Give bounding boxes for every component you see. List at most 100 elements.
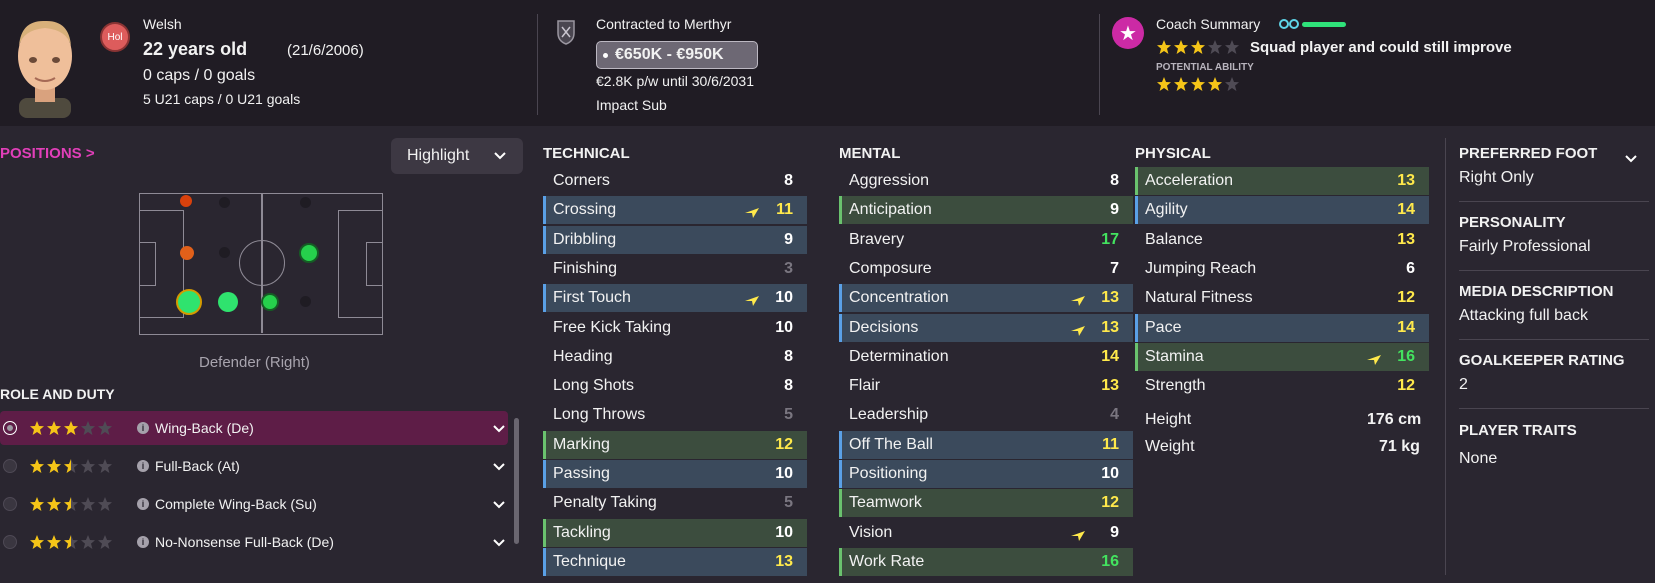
role-row[interactable]: i Full-Back (At) [0, 449, 508, 483]
goalkeeper-rating-value: 2 [1459, 376, 1468, 393]
attribute-row[interactable]: Natural Fitness 12 [1135, 284, 1429, 312]
club-crest-icon[interactable] [556, 19, 576, 45]
attribute-name: Off The Ball [849, 435, 933, 453]
binoculars-icon[interactable] [1279, 18, 1299, 30]
attribute-row[interactable]: Positioning 10 [839, 460, 1133, 488]
attribute-row[interactable]: Composure 7 [839, 255, 1133, 283]
contract-club[interactable]: Contracted to Merthyr [596, 16, 731, 32]
trend-arrow-icon [745, 293, 759, 311]
info-icon[interactable]: i [137, 498, 149, 510]
attribute-row[interactable]: Decisions 13 [839, 313, 1133, 342]
attribute-value: 9 [1110, 523, 1119, 541]
physical-title: PHYSICAL [1135, 145, 1211, 162]
info-icon[interactable]: i [137, 536, 149, 548]
position-dot-wbr[interactable] [218, 292, 238, 312]
attribute-row[interactable]: Stamina 16 [1135, 342, 1429, 371]
attribute-row[interactable]: Jumping Reach 6 [1135, 255, 1429, 283]
role-radio[interactable] [3, 535, 17, 549]
chevron-down-icon[interactable] [492, 535, 506, 552]
position-dot-dmr[interactable] [261, 293, 279, 311]
role-stars [29, 496, 113, 512]
attribute-value: 11 [1102, 435, 1119, 453]
attribute-value: 17 [1101, 230, 1119, 248]
attribute-value: 8 [784, 172, 793, 189]
info-icon[interactable]: i [137, 422, 149, 434]
attribute-name: Balance [1145, 230, 1203, 248]
role-radio[interactable] [3, 421, 17, 435]
attribute-row[interactable]: Teamwork 12 [839, 489, 1133, 518]
player-traits-value: None [1459, 450, 1498, 467]
position-dot-dc[interactable] [180, 246, 194, 260]
role-duty-title: ROLE AND DUTY [0, 386, 115, 402]
height-label: Height [1145, 411, 1192, 428]
chevron-down-icon[interactable] [492, 421, 506, 438]
attribute-row[interactable]: Marking 12 [543, 430, 807, 459]
attribute-row[interactable]: Vision 9 [839, 519, 1133, 547]
highlight-dropdown[interactable]: Highlight [391, 138, 523, 174]
role-row[interactable]: i Complete Wing-Back (Su) [0, 487, 508, 521]
attribute-row[interactable]: Acceleration 13 [1135, 167, 1429, 195]
role-row[interactable]: i No-Nonsense Full-Back (De) [0, 525, 508, 559]
coach-summary-title[interactable]: Coach Summary [1156, 16, 1260, 32]
header-divider [537, 14, 538, 115]
attribute-row[interactable]: Work Rate 16 [839, 547, 1133, 576]
personality-label: PERSONALITY [1459, 214, 1566, 231]
attribute-row[interactable]: Finishing 3 [543, 255, 807, 283]
player-header: Hol Welsh 22 years old (21/6/2006) 0 cap… [0, 0, 1655, 126]
attribute-value: 12 [1397, 377, 1415, 395]
attribute-row[interactable]: Dribbling 9 [543, 225, 807, 254]
attribute-row[interactable]: Long Shots 8 [543, 372, 807, 400]
chevron-down-icon[interactable] [492, 497, 506, 514]
attribute-value: 5 [784, 494, 793, 512]
player-dob: (21/6/2006) [287, 42, 364, 59]
attribute-row[interactable]: Bravery 17 [839, 226, 1133, 254]
weight-value: 71 kg [1379, 438, 1420, 455]
role-label: No-Nonsense Full-Back (De) [155, 534, 334, 550]
chevron-down-icon[interactable] [492, 459, 506, 476]
value-badge[interactable]: €650K - €950K [596, 41, 758, 69]
attribute-row[interactable]: Penalty Taking 5 [543, 489, 807, 517]
position-dot-dl[interactable] [180, 195, 192, 207]
nation-badge[interactable]: Hol [100, 22, 130, 52]
attribute-row[interactable]: Strength 12 [1135, 372, 1429, 400]
attribute-row[interactable]: Agility 14 [1135, 196, 1429, 225]
nationality[interactable]: Welsh [143, 16, 182, 32]
attribute-row[interactable]: Pace 14 [1135, 313, 1429, 342]
info-divider-line [1459, 339, 1649, 340]
attribute-value: 8 [784, 377, 793, 395]
attribute-row[interactable]: Flair 13 [839, 372, 1133, 400]
attribute-row[interactable]: Concentration 13 [839, 284, 1133, 313]
role-row[interactable]: i Wing-Back (De) [0, 411, 508, 445]
attribute-row[interactable]: Off The Ball 11 [839, 430, 1133, 459]
attribute-row[interactable]: Aggression 8 [839, 167, 1133, 195]
attribute-row[interactable]: Tackling 10 [543, 518, 807, 547]
role-scrollbar[interactable] [514, 418, 519, 544]
attribute-row[interactable]: Technique 13 [543, 547, 807, 576]
attribute-row[interactable]: Leadership 4 [839, 401, 1133, 429]
position-dot-mc[interactable] [299, 243, 319, 263]
attribute-row[interactable]: Corners 8 [543, 167, 807, 195]
positions-title[interactable]: POSITIONS > [0, 145, 95, 162]
attribute-row[interactable]: Passing 10 [543, 460, 807, 488]
attribute-row[interactable]: First Touch 10 [543, 284, 807, 313]
attribute-row[interactable]: Balance 13 [1135, 226, 1429, 254]
value-dot-icon [603, 53, 608, 58]
attribute-value: 10 [1101, 465, 1119, 482]
info-icon[interactable]: i [137, 460, 149, 472]
attribute-row[interactable]: Anticipation 9 [839, 196, 1133, 225]
role-stars [29, 458, 113, 474]
role-radio[interactable] [3, 459, 17, 473]
attribute-row[interactable]: Heading 8 [543, 343, 807, 371]
position-dot-dr[interactable] [176, 289, 202, 315]
position-pitch[interactable] [139, 193, 383, 335]
chevron-down-icon[interactable] [1624, 151, 1638, 165]
attribute-row[interactable]: Free Kick Taking 10 [543, 314, 807, 342]
info-divider [1445, 138, 1446, 575]
role-radio[interactable] [3, 497, 17, 511]
weight-label: Weight [1145, 438, 1195, 455]
attribute-value: 13 [1397, 230, 1415, 248]
attribute-row[interactable]: Crossing 11 [543, 196, 807, 225]
attribute-value: 13 [1101, 318, 1119, 336]
attribute-row[interactable]: Determination 14 [839, 343, 1133, 371]
attribute-row[interactable]: Long Throws 5 [543, 401, 807, 429]
